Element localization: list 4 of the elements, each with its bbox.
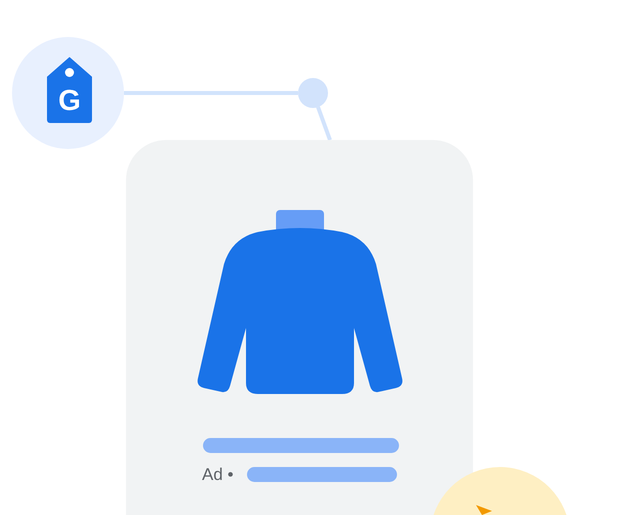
ad-label: Ad • [202, 465, 234, 485]
connector-line [316, 106, 332, 141]
cursor-icon [476, 505, 492, 515]
connector-node [298, 78, 328, 108]
